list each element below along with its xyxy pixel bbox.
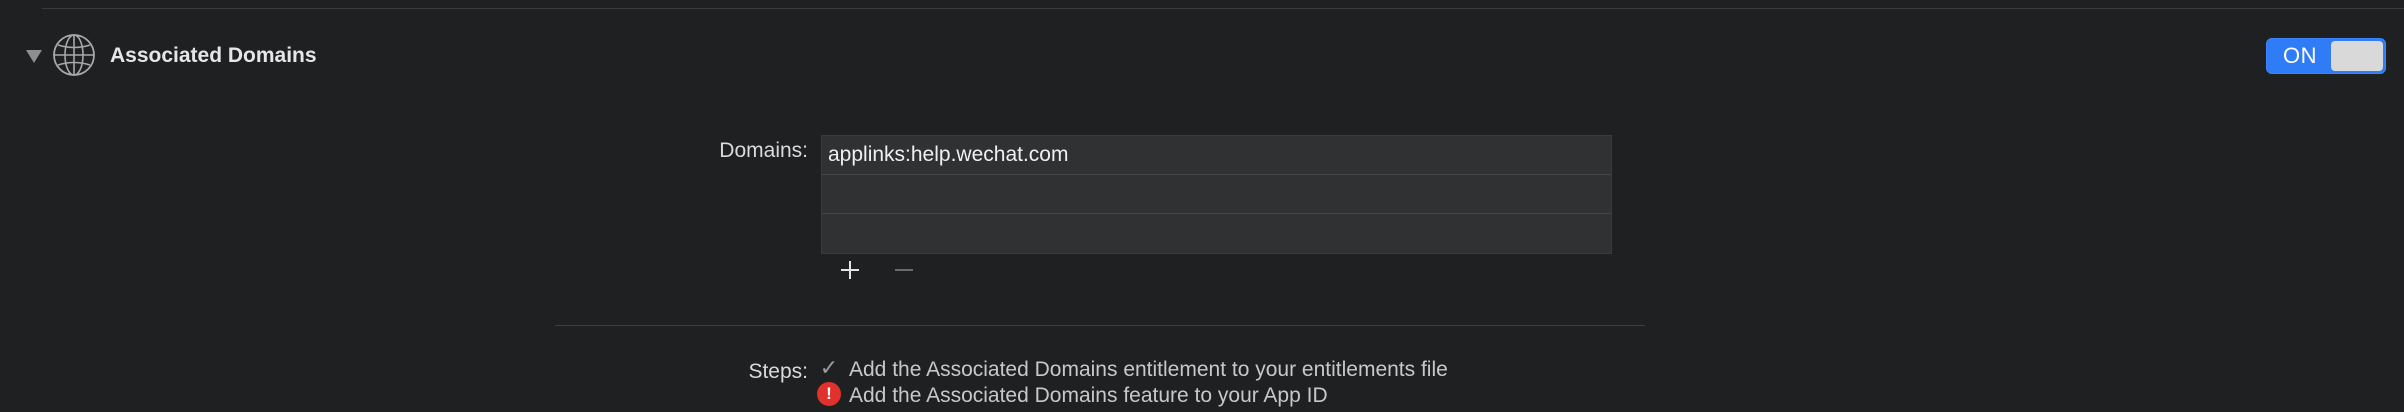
step-text: Add the Associated Domains entitlement t… (849, 358, 1448, 381)
domain-row[interactable] (822, 214, 1611, 253)
steps-label: Steps: (748, 360, 808, 383)
disclosure-triangle-icon[interactable] (26, 50, 42, 63)
section-divider (555, 325, 1645, 326)
remove-domain-button[interactable] (889, 256, 919, 284)
section-top-divider (42, 8, 2404, 9)
step-item: ! Add the Associated Domains feature to y… (817, 382, 1328, 409)
domains-table: applinks:help.wechat.com (821, 135, 1612, 254)
domain-row[interactable] (822, 175, 1611, 214)
capability-toggle[interactable]: ON (2266, 38, 2386, 74)
error-icon: ! (817, 382, 841, 407)
toggle-label: ON (2283, 43, 2317, 68)
globe-icon (53, 34, 95, 76)
plus-icon (841, 261, 859, 279)
section-title: Associated Domains (110, 44, 317, 67)
step-item: ✓ Add the Associated Domains entitlement … (817, 355, 1448, 383)
toggle-knob (2331, 41, 2383, 71)
checkmark-icon: ✓ (819, 355, 839, 381)
add-domain-button[interactable] (835, 256, 865, 284)
step-text: Add the Associated Domains feature to yo… (849, 384, 1328, 407)
domains-label: Domains: (719, 139, 808, 162)
domain-row[interactable]: applinks:help.wechat.com (822, 136, 1611, 175)
